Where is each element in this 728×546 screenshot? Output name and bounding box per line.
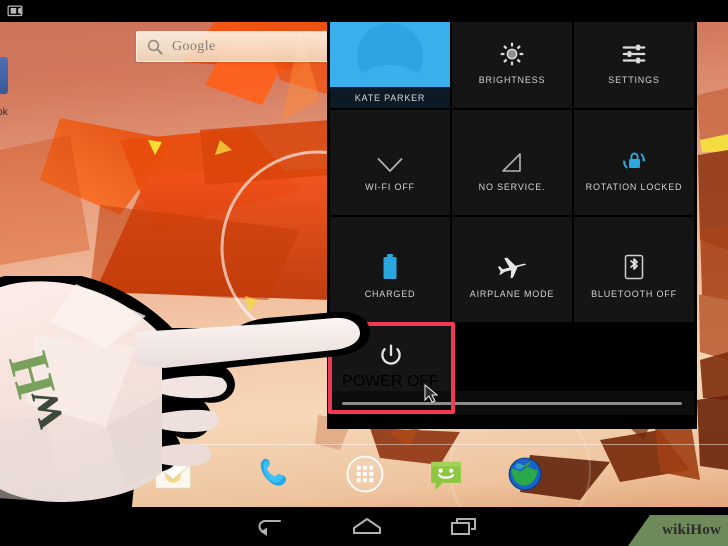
battery-full-icon: [381, 241, 399, 281]
tile-signal[interactable]: NO SERVICE.: [452, 110, 572, 215]
quick-settings-tile-grid: KATE PARKER BRIGHTNESS SETTINGS WI-FI OF…: [330, 3, 694, 322]
no-signal-icon: [500, 134, 524, 174]
bluetooth-off-icon: [622, 241, 646, 281]
search-magnifier-icon: [147, 39, 163, 55]
tile-wifi[interactable]: WI-FI OFF: [330, 110, 450, 215]
tile-user-label: KATE PARKER: [330, 87, 450, 108]
brightness-gear-icon: [499, 27, 525, 67]
tile-airplane-label: AIRPLANE MODE: [469, 288, 555, 299]
google-search-widget[interactable]: Google: [136, 31, 330, 62]
pointing-hand-illustration: w H: [0, 276, 370, 546]
recents-button[interactable]: [450, 516, 480, 538]
tile-brightness-label: BRIGHTNESS: [478, 74, 546, 85]
search-placeholder-text: Google: [172, 38, 216, 54]
tile-settings-label: SETTINGS: [608, 74, 660, 85]
tile-rotation-label: ROTATION LOCKED: [585, 181, 683, 192]
watermark-text: wikiHow: [662, 522, 721, 538]
tile-wifi-label: WI-FI OFF: [365, 181, 415, 192]
status-bar: [0, 0, 728, 22]
tile-rotation[interactable]: ROTATION LOCKED: [574, 110, 694, 215]
browser-icon[interactable]: [505, 454, 545, 494]
tile-signal-label: NO SERVICE.: [478, 181, 546, 192]
wifi-off-icon: [376, 134, 404, 174]
tile-bluetooth[interactable]: BLUETOOTH OFF: [574, 217, 694, 322]
airplane-icon: [497, 241, 527, 281]
rotation-lock-icon: [620, 134, 648, 174]
tablet-screenshot: ok Google: [0, 0, 728, 546]
wikihow-watermark: wikiHow: [628, 515, 728, 546]
settings-sliders-icon: [621, 27, 647, 67]
mouse-cursor-icon: [424, 384, 438, 403]
messaging-icon[interactable]: [425, 454, 467, 496]
tile-bluetooth-label: BLUETOOTH OFF: [591, 288, 677, 299]
tile-airplane[interactable]: AIRPLANE MODE: [452, 217, 572, 322]
facebook-icon[interactable]: [0, 57, 8, 94]
camera-screenshot-icon: [7, 5, 23, 17]
left-app-label: ok: [0, 107, 8, 118]
drag-handle[interactable]: [342, 401, 682, 405]
